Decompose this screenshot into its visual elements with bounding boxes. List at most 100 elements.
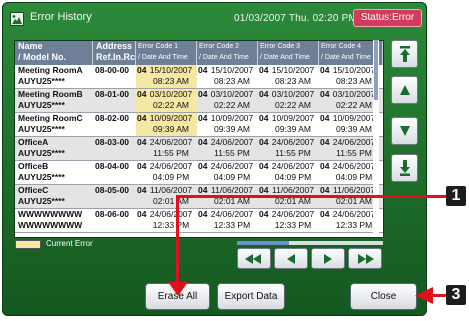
error-code-cell: 04 10/09/2007 09:39 AM <box>258 113 319 136</box>
error-time: 09:39 AM <box>214 124 250 134</box>
address-cell: 08-05-00 <box>95 185 130 195</box>
table-row[interactable]: OfficeB AUYU25**** 08-04-00 04 24/06/2007 04:… <box>15 161 383 185</box>
current-error-swatch <box>15 240 41 249</box>
error-code-cell: 04 10/09/2007 09:39 AM <box>197 113 258 136</box>
error-code-cell: 04 03/10/2007 02:22 AM <box>136 89 197 112</box>
address-cell: 08-06-00 <box>95 209 130 219</box>
error-date: 24/06/2007 <box>149 137 193 147</box>
model-number: AUYU25**** <box>18 196 65 206</box>
error-code-cell: 04 24/06/2007 04:09 PM <box>197 161 258 184</box>
error-time: 08:23 AM <box>275 76 311 86</box>
scroll-first-page-button[interactable] <box>237 248 271 269</box>
error-date: 10/09/2007 <box>210 113 254 123</box>
error-date: 24/06/2007 <box>210 161 254 171</box>
table-row[interactable]: OfficeA AUYU25**** 08-03-00 04 24/06/2007 11:… <box>15 137 383 161</box>
error-code-cell: 04 10/09/2007 09:39 AM <box>136 113 197 136</box>
error-date: 03/10/2007 <box>210 89 254 99</box>
column-header-error-code-3: Error Code 3 / Date And Time <box>258 41 319 65</box>
error-code: 04 <box>198 161 208 171</box>
error-date: 10/09/2007 <box>271 113 315 123</box>
error-time: 04:09 PM <box>335 172 373 182</box>
error-code-cell: 04 24/06/2007 04:09 PM <box>136 161 197 184</box>
name-cell: WWWWWWWW WWWWWWWW <box>15 209 96 232</box>
scroll-down-button[interactable] <box>391 117 418 145</box>
table-row[interactable]: Meeting RoomC AUYU25**** 08-02-00 04 10/09/2… <box>15 113 383 137</box>
model-number: AUYU25**** <box>18 172 65 182</box>
error-time: 11:55 PM <box>214 148 250 158</box>
model-number: AUYU25**** <box>18 148 65 158</box>
error-time: 12:33 PM <box>274 220 312 230</box>
unit-name: OfficeA <box>18 137 49 147</box>
error-history-window: Error History 01/03/2007 Thu. 02:20 PM S… <box>2 2 427 316</box>
name-cell: OfficeB AUYU25**** <box>15 161 96 184</box>
double-left-arrow-icon <box>245 253 261 264</box>
error-code-cell: 04 24/06/2007 11:55 PM <box>136 137 197 160</box>
error-code: 04 <box>320 161 330 171</box>
scroll-up-button[interactable] <box>391 76 418 104</box>
vertical-scroll-thumb[interactable] <box>374 40 378 100</box>
error-date: 24/06/2007 <box>210 209 254 219</box>
arrow-up-icon <box>399 85 410 95</box>
error-date: 24/06/2007 <box>271 209 315 219</box>
scroll-top-button[interactable] <box>391 40 418 68</box>
error-time: 08:23 AM <box>153 76 189 86</box>
table-row[interactable]: Meeting RoomA AUYU25**** 08-00-00 04 15/10/2… <box>15 65 383 89</box>
address-cell: 08-04-00 <box>95 161 130 171</box>
left-arrow-icon <box>287 253 295 264</box>
error-date: 24/06/2007 <box>271 161 315 171</box>
error-time: 02:22 AM <box>153 100 189 110</box>
scroll-left-button[interactable] <box>274 248 308 269</box>
scroll-bottom-button[interactable] <box>391 154 418 182</box>
error-date: 03/10/2007 <box>271 89 315 99</box>
error-time: 12:33 PM <box>152 220 190 230</box>
callout-1-horizontal-line <box>176 195 446 198</box>
scroll-last-page-button[interactable] <box>348 248 382 269</box>
error-date: 24/06/2007 <box>332 209 376 219</box>
title-bar: Error History 01/03/2007 Thu. 02:20 PM S… <box>2 2 427 36</box>
error-date: 10/09/2007 <box>332 113 376 123</box>
error-code: 04 <box>137 65 147 75</box>
unit-name: Meeting RoomB <box>18 89 83 99</box>
error-history-table: Name / Model No. Address Ref.In.Rc Error… <box>14 40 384 238</box>
address-cell: 08-00-00 <box>95 65 130 75</box>
error-date: 24/06/2007 <box>332 161 376 171</box>
error-date: 03/10/2007 <box>332 89 376 99</box>
error-date: 24/06/2007 <box>149 209 193 219</box>
error-code: 04 <box>198 137 208 147</box>
callout-1-vertical-line <box>176 195 179 285</box>
error-code: 04 <box>259 209 269 219</box>
name-cell: Meeting RoomA AUYU25**** <box>15 65 96 88</box>
status-badge: Status:Error <box>353 9 422 27</box>
error-code: 04 <box>259 161 269 171</box>
horizontal-scroll-thumb[interactable] <box>237 241 289 245</box>
scroll-right-button[interactable] <box>311 248 345 269</box>
table-row[interactable]: Meeting RoomB AUYU25**** 08-01-00 04 03/10/2… <box>15 89 383 113</box>
error-date: 10/09/2007 <box>149 113 193 123</box>
model-number: WWWWWWWW <box>18 220 83 230</box>
window-icon <box>10 12 24 26</box>
table-row[interactable]: WWWWWWWW WWWWWWWW 08-06-00 04 24/06/2007 12:3… <box>15 209 383 233</box>
export-data-button[interactable]: Export Data <box>217 283 285 310</box>
horizontal-scrollbar[interactable] <box>237 241 383 245</box>
error-date: 24/06/2007 <box>149 161 193 171</box>
error-code: 04 <box>320 137 330 147</box>
window-title: Error History <box>30 11 92 23</box>
close-button[interactable]: Close <box>350 283 417 310</box>
error-time: 08:23 AM <box>336 76 372 86</box>
error-code: 04 <box>198 209 208 219</box>
current-datetime: 01/03/2007 Thu. 02:20 PM <box>234 13 358 24</box>
error-time: 12:33 PM <box>335 220 373 230</box>
callout-badge-3: 3 <box>446 285 466 305</box>
error-time: 02:22 AM <box>214 100 250 110</box>
error-date: 15/10/2007 <box>332 65 376 75</box>
error-date: 24/06/2007 <box>210 137 254 147</box>
unit-name: Meeting RoomC <box>18 113 83 123</box>
vertical-scrollbar[interactable] <box>373 40 379 236</box>
error-time: 09:39 AM <box>153 124 189 134</box>
error-code: 04 <box>137 113 147 123</box>
error-time: 09:39 AM <box>275 124 311 134</box>
error-time: 04:09 PM <box>152 172 190 182</box>
model-number: AUYU25**** <box>18 100 65 110</box>
error-time: 04:09 PM <box>274 172 312 182</box>
error-code: 04 <box>137 161 147 171</box>
